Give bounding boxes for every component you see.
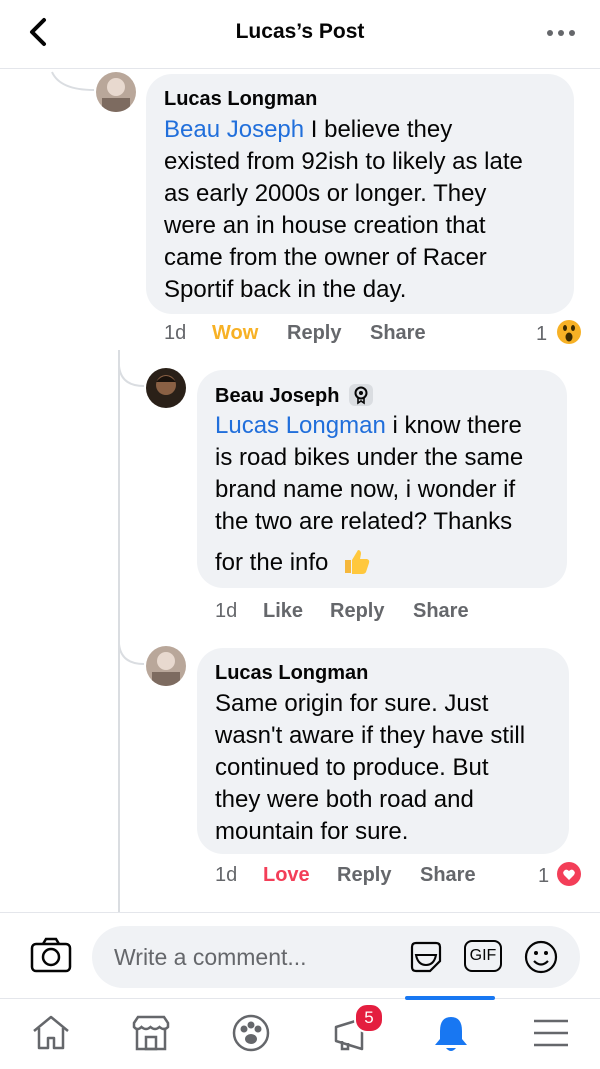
thumbs-up-emoji-icon: [345, 550, 370, 574]
tab-groups[interactable]: [200, 999, 300, 1069]
reply-button[interactable]: Reply: [337, 864, 391, 887]
more-options-icon[interactable]: [546, 28, 576, 38]
tab-home[interactable]: [0, 999, 100, 1069]
bell-icon: [435, 1017, 467, 1051]
thread-connector: [118, 644, 145, 665]
tab-notifications[interactable]: [400, 999, 500, 1069]
groups-icon: [232, 1014, 270, 1052]
avatar[interactable]: [96, 72, 136, 112]
comment-composer: Write a comment... GIF: [0, 912, 600, 999]
top-fan-badge-icon: [349, 384, 374, 406]
mention-link[interactable]: Lucas Longman: [215, 412, 386, 439]
tab-marketplace[interactable]: [100, 999, 200, 1069]
menu-icon: [534, 1019, 568, 1047]
comment-author[interactable]: Lucas Longman: [215, 662, 368, 685]
share-button[interactable]: Share: [413, 600, 469, 623]
thread-line: [118, 350, 120, 912]
comment-bubble[interactable]: Lucas Longman Same origin for sure. Just…: [197, 648, 569, 854]
reaction-button[interactable]: Wow: [212, 322, 258, 345]
comment-time: 1d: [215, 864, 238, 886]
comment-input[interactable]: Write a comment... GIF: [92, 926, 580, 988]
sticker-icon[interactable]: [408, 941, 444, 975]
comment-time: 1d: [164, 322, 187, 344]
reaction-button[interactable]: Love: [263, 864, 310, 887]
comment-actions: 1d Like Reply Share: [0, 600, 600, 626]
tab-news[interactable]: [300, 999, 400, 1069]
home-icon: [33, 1015, 69, 1050]
notification-count-badge: 5: [354, 1003, 384, 1033]
share-button[interactable]: Share: [420, 864, 476, 887]
thread-connector: [51, 71, 95, 91]
comment-actions: 1d Love Reply Share: [0, 864, 600, 890]
comment-time: 1d: [215, 600, 238, 622]
tab-menu[interactable]: [500, 999, 600, 1069]
mention-link[interactable]: Beau Joseph: [164, 116, 304, 143]
reaction-count[interactable]: 1: [538, 865, 549, 888]
comment-text: Same origin for sure. Just wasn't aware …: [215, 690, 526, 845]
comment-input-placeholder: Write a comment...: [114, 944, 307, 970]
page-title: Lucas’s Post: [235, 20, 365, 43]
marketplace-icon: [132, 1015, 170, 1051]
comment-text: Lucas Longman i know there is road bikes…: [215, 412, 524, 576]
reply-button[interactable]: Reply: [330, 600, 384, 623]
comment-bubble[interactable]: Lucas Longman Beau Joseph I believe they…: [146, 74, 574, 314]
comment-text: Beau Joseph I believe they existed from …: [164, 116, 523, 303]
comment-bubble[interactable]: Beau Joseph Lucas Longman i know there i…: [197, 370, 567, 588]
comment-actions: 1d Wow Reply Share: [0, 322, 600, 348]
share-button[interactable]: Share: [370, 322, 426, 345]
wow-icon[interactable]: [556, 319, 582, 345]
reply-button[interactable]: Reply: [287, 322, 341, 345]
comment-author[interactable]: Lucas Longman: [164, 88, 317, 111]
reaction-count[interactable]: 1: [536, 323, 547, 346]
header: Lucas’s Post: [0, 0, 600, 69]
thread-connector: [118, 366, 145, 387]
gif-button[interactable]: GIF: [464, 940, 502, 972]
love-icon[interactable]: [556, 861, 582, 887]
emoji-icon[interactable]: [524, 940, 558, 974]
avatar[interactable]: [146, 646, 186, 686]
bottom-tab-bar: 5: [0, 996, 600, 1069]
like-button[interactable]: Like: [263, 600, 303, 623]
camera-icon[interactable]: [30, 937, 72, 973]
comment-author[interactable]: Beau Joseph: [215, 384, 374, 408]
avatar[interactable]: [146, 368, 186, 408]
